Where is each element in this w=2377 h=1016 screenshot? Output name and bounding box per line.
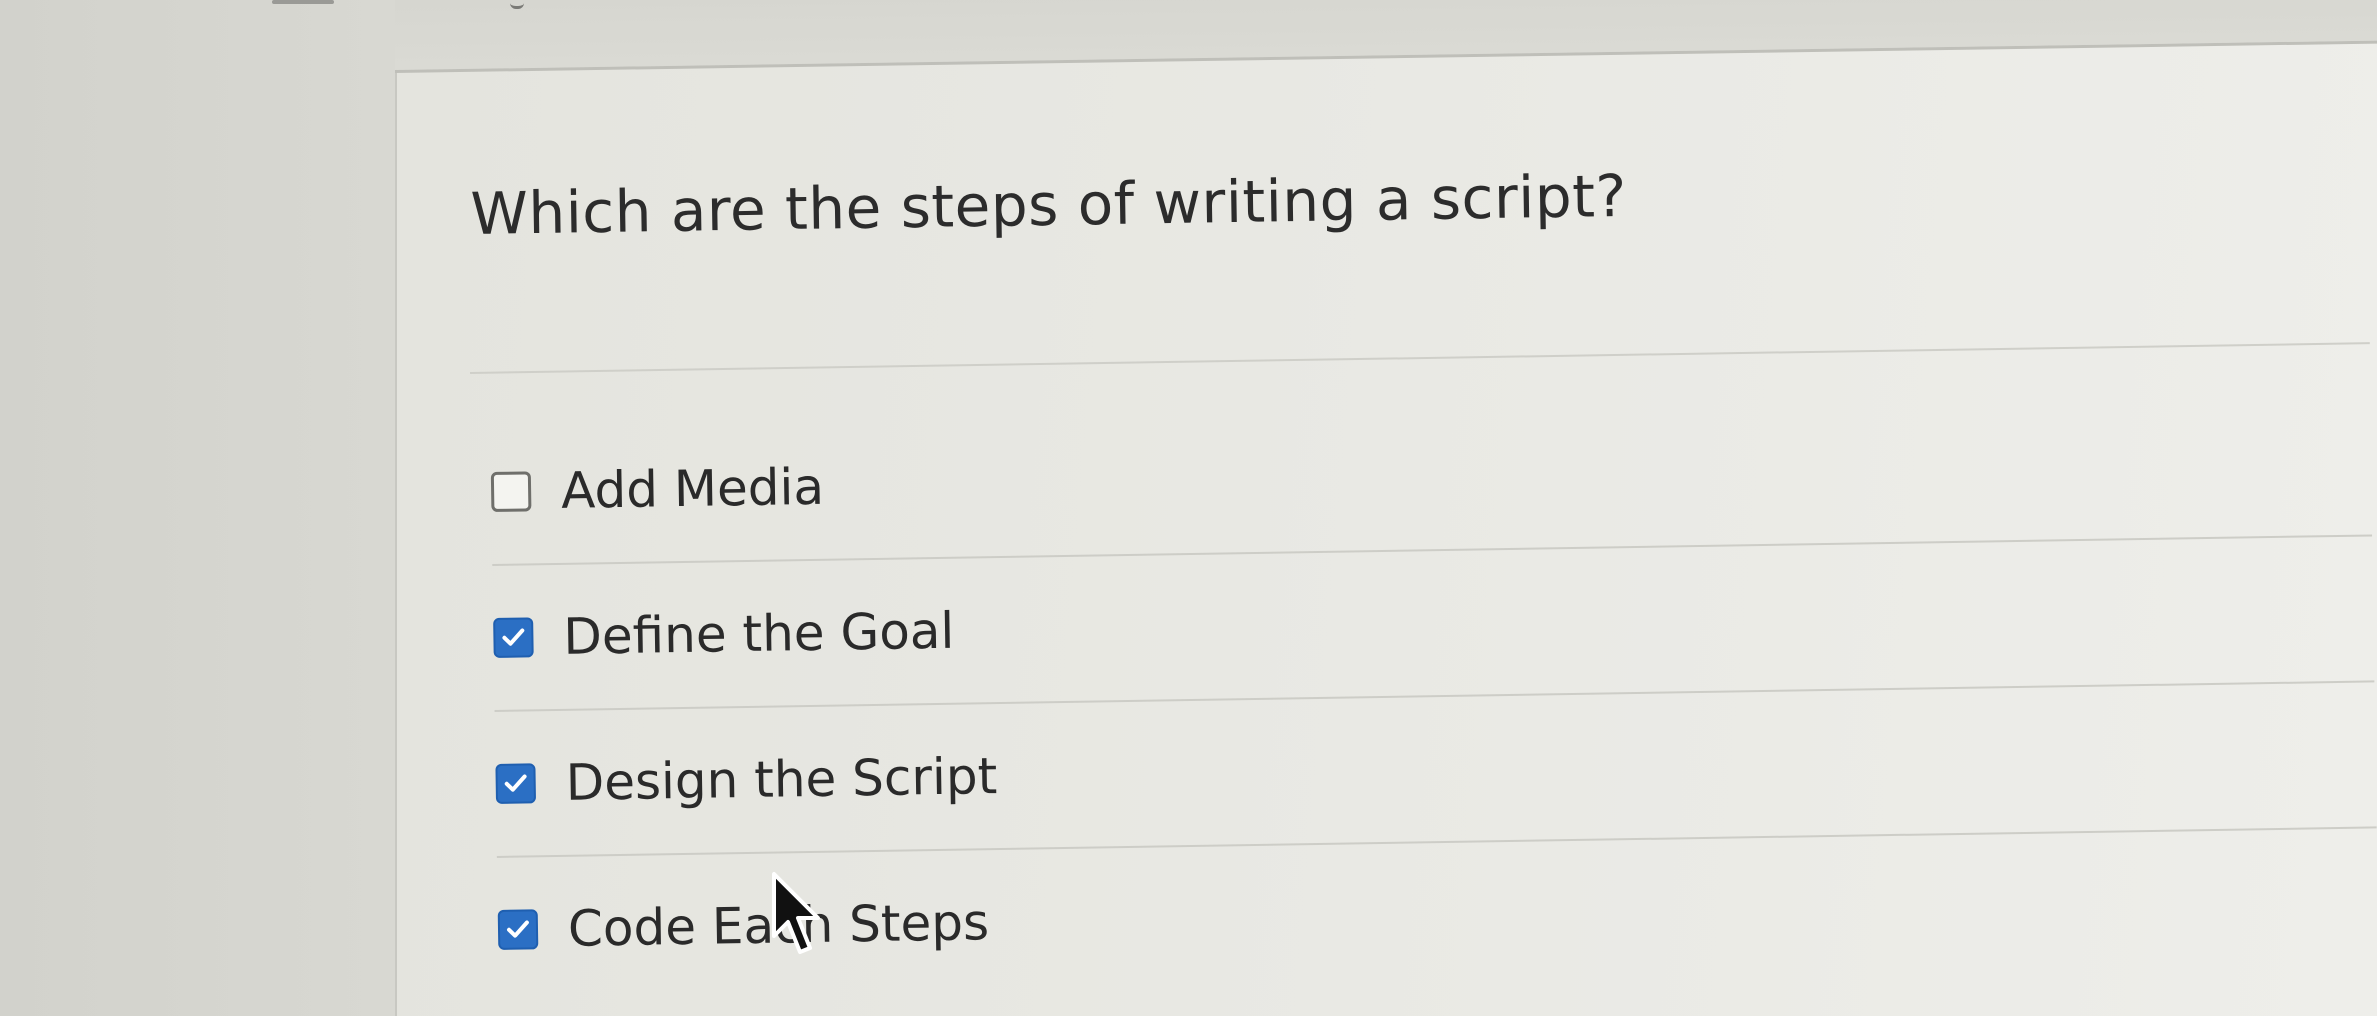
answer-option[interactable]: Add Media xyxy=(490,390,2373,566)
answer-label: Add Media xyxy=(560,457,825,520)
checkbox[interactable] xyxy=(493,617,534,658)
check-icon xyxy=(502,628,525,646)
answer-option[interactable]: Design the Script xyxy=(494,682,2377,858)
check-icon xyxy=(504,774,527,792)
answer-option[interactable]: Define the Goal xyxy=(492,536,2375,712)
check-icon xyxy=(507,920,529,938)
answer-label: Define the Goal xyxy=(562,601,955,666)
left-sidebar-area xyxy=(0,0,395,1016)
answer-label: Design the Script xyxy=(565,747,998,812)
arrow-cursor-icon xyxy=(772,872,820,954)
checkbox[interactable] xyxy=(497,909,539,950)
checkbox[interactable] xyxy=(490,471,532,512)
checkbox[interactable] xyxy=(495,763,537,804)
top-edge-control[interactable] xyxy=(272,0,334,4)
screen: Which are the steps of writing a script?… xyxy=(0,0,2377,1016)
